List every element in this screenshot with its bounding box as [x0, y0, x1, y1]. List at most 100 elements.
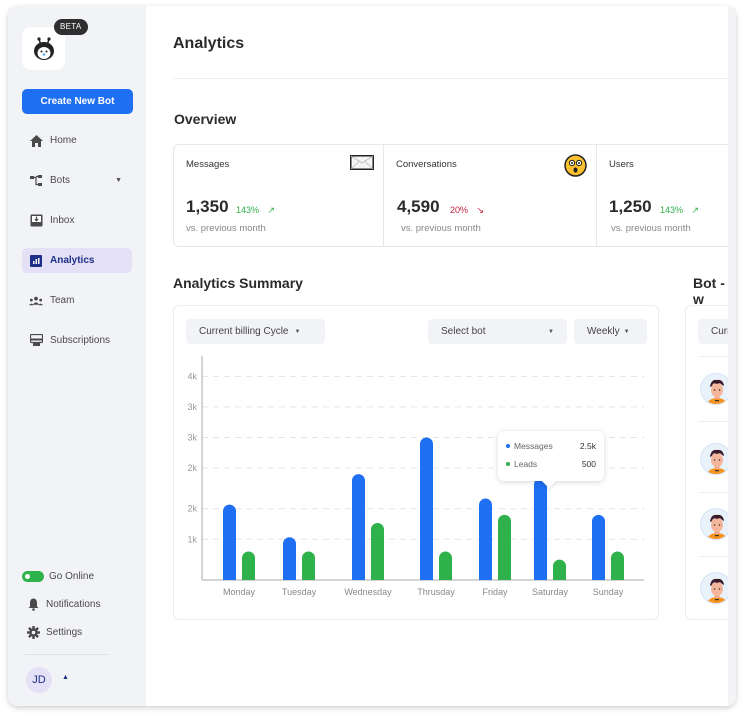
bar-messages-wednesday	[352, 474, 365, 580]
stat-change-value: 143%	[236, 205, 260, 215]
scroll-edge	[728, 6, 736, 706]
settings-label: Settings	[46, 626, 83, 638]
sidebar-item-bots[interactable]: Bots ▼	[22, 168, 132, 193]
chart-tooltip: Messages 2.5k Leads 500	[498, 431, 604, 481]
bar-messages-saturday	[534, 478, 547, 580]
dropdown-value: Current billing Cycle	[199, 326, 289, 337]
billing-cycle-dropdown[interactable]: Current billing Cycle ▼	[186, 319, 325, 344]
create-new-bot-button[interactable]: Create New Bot	[22, 89, 133, 114]
sidebar-item-home[interactable]: Home	[22, 128, 132, 153]
stat-label: Users	[609, 159, 634, 170]
tooltip-label: Messages	[514, 441, 553, 451]
legend-dot-leads	[506, 462, 510, 466]
sidebar-item-team[interactable]: Team	[22, 288, 132, 313]
go-online-label: Go Online	[49, 570, 95, 582]
y-tick-label: 2k	[187, 504, 197, 514]
y-tick-label: 2k	[187, 463, 197, 473]
inbox-icon	[29, 214, 43, 228]
dropdown-value: Weekly	[587, 326, 620, 337]
bar-leads-sunday	[611, 551, 624, 580]
x-tick-label: Saturday	[532, 587, 569, 597]
chevron-down-icon[interactable]: ▼	[115, 177, 122, 184]
arrow-up-right-icon: ↗	[267, 205, 276, 215]
stat-value: 1,350	[186, 197, 229, 216]
stat-subtext: vs. previous month	[611, 223, 691, 234]
stat-value: 1,250	[609, 197, 652, 216]
sidebar-item-analytics[interactable]: Analytics	[22, 248, 132, 273]
notifications-link[interactable]: Notifications	[22, 594, 132, 614]
stat-card-messages: Messages 1,350 143% ↗ vs. previous month	[174, 145, 384, 246]
dropdown-value: Select bot	[441, 326, 486, 337]
arrow-down-right-icon: ↘	[476, 205, 485, 215]
sidebar-item-inbox[interactable]: Inbox	[22, 208, 132, 233]
bell-icon	[26, 597, 40, 611]
stat-change: 20% ↘	[450, 205, 484, 216]
arrow-up-right-icon: ↗	[691, 205, 700, 215]
stat-value: 4,590	[397, 197, 440, 216]
main-content: Analytics Overview Messages 1,350 143% ↗…	[146, 6, 736, 706]
chevron-up-icon[interactable]: ▲	[62, 674, 69, 681]
sidebar-nav: Home Bots ▼ Inbox Analytics Team Subscri…	[22, 128, 132, 368]
stat-subtext: vs. previous month	[186, 223, 266, 234]
notifications-label: Notifications	[46, 598, 101, 610]
bar-leads-tuesday	[302, 551, 315, 580]
overview-stats: Messages 1,350 143% ↗ vs. previous month…	[173, 144, 736, 247]
tooltip-row-messages: Messages 2.5k	[506, 441, 596, 451]
bar-leads-thrusday	[439, 551, 452, 580]
tooltip-row-leads: Leads 500	[506, 459, 596, 469]
period-dropdown[interactable]: Weekly ▼	[574, 319, 647, 344]
sidebar-item-label: Inbox	[50, 215, 75, 226]
bar-messages-monday	[223, 504, 236, 580]
sidebar-item-label: Subscriptions	[50, 335, 111, 346]
stat-subtext: vs. previous month	[401, 223, 481, 234]
analytics-summary-card: Current billing Cycle ▼ Select bot ▼ Wee…	[173, 305, 659, 620]
page-title: Analytics	[173, 35, 245, 52]
stat-label: Conversations	[396, 159, 457, 170]
go-online-toggle[interactable]: Go Online	[22, 566, 132, 586]
bar-leads-monday	[242, 551, 255, 580]
caret-down-icon: ▼	[548, 328, 554, 335]
sidebar-item-subscriptions[interactable]: Subscriptions	[22, 328, 132, 353]
tooltip-label: Leads	[514, 459, 538, 469]
stat-card-users: Users 1,250 143% ↗ vs. previous month	[597, 145, 736, 246]
bar-messages-thrusday	[420, 437, 433, 580]
gear-icon	[26, 625, 40, 639]
team-icon	[29, 294, 43, 308]
sidebar: BETA Create New Bot Home Bots ▼ Inbox An…	[8, 6, 146, 706]
beta-badge: BETA	[54, 19, 88, 35]
app-window: BETA Create New Bot Home Bots ▼ Inbox An…	[8, 6, 736, 706]
x-tick-label: Friday	[482, 587, 508, 597]
sidebar-item-label: Bots	[50, 175, 71, 186]
settings-link[interactable]: Settings	[22, 622, 132, 642]
y-tick-label: 1k	[187, 534, 197, 544]
user-avatar[interactable]: JD	[26, 667, 52, 693]
tooltip-value: 2.5k	[579, 441, 596, 451]
caret-down-icon: ▼	[294, 328, 301, 335]
select-bot-dropdown[interactable]: Select bot ▼	[428, 319, 567, 344]
y-tick-label: 4k	[187, 371, 197, 381]
x-tick-label: Thrusday	[417, 587, 455, 597]
astonished-face-icon	[564, 154, 587, 182]
legend-dot-messages	[506, 444, 510, 448]
divider	[173, 78, 736, 79]
bar-messages-friday	[479, 498, 492, 580]
toggle-switch[interactable]	[22, 570, 44, 582]
x-tick-label: Sunday	[593, 587, 624, 597]
caret-down-icon: ▼	[623, 328, 630, 335]
analytics-icon	[29, 254, 43, 268]
stat-label: Messages	[186, 159, 230, 170]
bar-leads-wednesday	[371, 522, 384, 580]
x-tick-label: Tuesday	[282, 587, 317, 597]
overview-title: Overview	[174, 111, 237, 127]
stat-change: 143% ↗	[236, 205, 275, 216]
x-tick-label: Monday	[223, 587, 256, 597]
bar-leads-saturday	[553, 559, 566, 580]
stat-card-conversations: Conversations 4,590 20% ↘ vs. previous m…	[384, 145, 597, 246]
bar-leads-friday	[498, 514, 511, 580]
subscriptions-icon	[29, 334, 43, 348]
bar-messages-sunday	[592, 514, 605, 580]
analytics-summary-title: Analytics Summary	[173, 275, 303, 291]
bot-logo-icon	[33, 36, 54, 60]
envelope-icon	[350, 155, 374, 175]
stat-change-value: 20%	[450, 205, 469, 215]
